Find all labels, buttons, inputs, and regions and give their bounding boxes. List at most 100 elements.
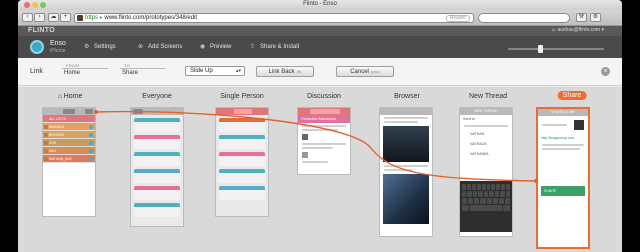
add-button[interactable]: + [60, 13, 71, 22]
card [134, 169, 180, 183]
avatar [44, 157, 48, 161]
back-button[interactable]: ‹ [22, 13, 33, 22]
preview-link[interactable]: ◉ Preview [200, 43, 231, 50]
gear-icon: ⚙ [84, 44, 90, 50]
screenshot-root: Flinto - Enso ‹ › ☁ + https ▸ www.flinto… [0, 0, 640, 252]
screen-header [216, 108, 268, 115]
screen-browser[interactable] [379, 107, 433, 237]
forward-button[interactable]: › [34, 13, 45, 22]
cloud-icon: ☁ [50, 14, 57, 20]
contact-row[interactable]: NATHALIE [460, 139, 512, 149]
from-value: Home [64, 70, 81, 76]
keyboard[interactable] [460, 181, 512, 232]
card [219, 118, 265, 132]
card [219, 135, 265, 149]
link-back-button[interactable]: Link Back (b) [256, 66, 314, 77]
link-back-label: Link Back [268, 69, 295, 75]
cancel-button[interactable]: Cancel (esc) [336, 66, 394, 77]
project-icon [30, 40, 44, 54]
transition-select[interactable]: Slide Up ▴▾ [185, 66, 245, 76]
share-install-label: Share & Install [260, 44, 300, 50]
share-install-link[interactable]: ⇪ Share & Install [250, 43, 299, 50]
list-item-label: NATHAN_BAZ [49, 157, 72, 161]
screen-new-thread[interactable]: NEW THREAD Send to NATHAN NATHALIE NATHA… [459, 107, 513, 237]
search-field[interactable] [478, 13, 570, 23]
screen-header: SHARE A LINK [538, 109, 588, 116]
column-home-text: Home [63, 93, 83, 100]
screen-header [298, 108, 350, 115]
page-menu-button[interactable]: ⚒ [576, 13, 587, 22]
from-divider [62, 68, 108, 69]
badge-icon [89, 157, 93, 161]
screen-header [131, 108, 183, 115]
column-label-home: ⌂ Home [58, 93, 83, 100]
badge-icon [89, 125, 93, 129]
chevron-down-icon: ▾ [600, 27, 604, 33]
brand-logo[interactable]: FLINTO [28, 27, 55, 34]
settings-label: Settings [94, 44, 116, 50]
browser-window: Flinto - Enso ‹ › ☁ + https ▸ www.flinto… [18, 0, 622, 252]
list-item[interactable]: AMANDA [43, 123, 95, 131]
screen-header [380, 108, 432, 115]
screen-discussion[interactable]: Fieldnotes Submission [297, 107, 351, 175]
home-header[interactable]: ALL LISTS [43, 115, 95, 123]
list-item[interactable]: ZOË [43, 139, 95, 147]
card [134, 152, 180, 166]
card [219, 152, 265, 166]
card [134, 135, 180, 149]
close-icon: × [603, 68, 608, 75]
list-item[interactable]: NATHAN_BAZ [43, 155, 95, 163]
window-title: Flinto - Enso [303, 1, 337, 7]
share-icon: ⇪ [250, 44, 256, 50]
user-menu[interactable]: ☺ aushas@flinto.com ▾ [551, 27, 604, 33]
column-label-discussion: Discussion [307, 93, 341, 100]
cancel-label: Cancel [350, 69, 369, 75]
list-item[interactable]: MAZ [43, 147, 95, 155]
transition-value: Slide Up [190, 68, 213, 74]
screen-header [43, 108, 95, 115]
list-item[interactable]: BROOKE [43, 131, 95, 139]
settings-link[interactable]: ⚙ Settings [84, 43, 116, 50]
address-bar[interactable]: https ▸ www.flinto.com/prototypes/348/ed… [74, 13, 474, 23]
screen-single-person[interactable] [215, 107, 269, 217]
zoom-slider-handle[interactable] [538, 45, 543, 53]
project-bar: Enso iPhone ⚙ Settings ⊕ Add Screens ◉ Prev… [18, 36, 622, 58]
card [134, 186, 180, 200]
zoom-slider[interactable] [508, 45, 604, 53]
list-item-label: BROOKE [49, 133, 64, 137]
title-bar: Flinto - Enso [18, 0, 622, 10]
contact-row[interactable]: NATHAN [460, 129, 512, 139]
plus-icon: + [63, 14, 68, 20]
app-header: FLINTO ☺ aushas@flinto.com ▾ [18, 26, 622, 36]
link-back-shortcut: (b) [296, 69, 302, 74]
share-link-text: http://imagecoup.com [541, 136, 575, 140]
plus-icon: ⊕ [138, 44, 144, 50]
card [219, 169, 265, 183]
storyboard: ⌂ Home Everyone Single Person Discussion… [18, 87, 622, 252]
cloud-button[interactable]: ☁ [48, 13, 59, 22]
contact-row[interactable]: NATHANIEL [460, 149, 512, 159]
screen-share[interactable]: SHARE A LINK http://imagecoup.com SHARE [536, 107, 590, 249]
url-scheme: https [85, 15, 99, 21]
avatar [44, 149, 48, 153]
settings-button[interactable]: ⚙ [590, 13, 601, 22]
screen-everyone[interactable] [130, 107, 184, 227]
list-item-label: AMANDA [49, 125, 64, 129]
avatar [44, 133, 48, 137]
photo-image [383, 174, 429, 224]
close-link-button[interactable]: × [601, 67, 610, 76]
link-title: Link [30, 68, 43, 75]
favicon-icon [77, 15, 83, 21]
avatar [302, 152, 308, 158]
url-text: www.flinto.com/prototypes/348/edit [104, 15, 198, 21]
eye-icon: ◉ [200, 44, 206, 50]
reader-button[interactable]: Reader [445, 15, 470, 22]
screen-home[interactable]: ALL LISTS AMANDA BROOKE ZOË MAZ NATHAN_B… [42, 107, 96, 217]
avatar [44, 141, 48, 145]
badge-icon [89, 149, 93, 153]
card [134, 203, 180, 217]
badge-icon [89, 141, 93, 145]
share-button[interactable]: SHARE [541, 186, 585, 196]
avatar [44, 125, 48, 129]
add-screens-link[interactable]: ⊕ Add Screens [138, 43, 182, 50]
